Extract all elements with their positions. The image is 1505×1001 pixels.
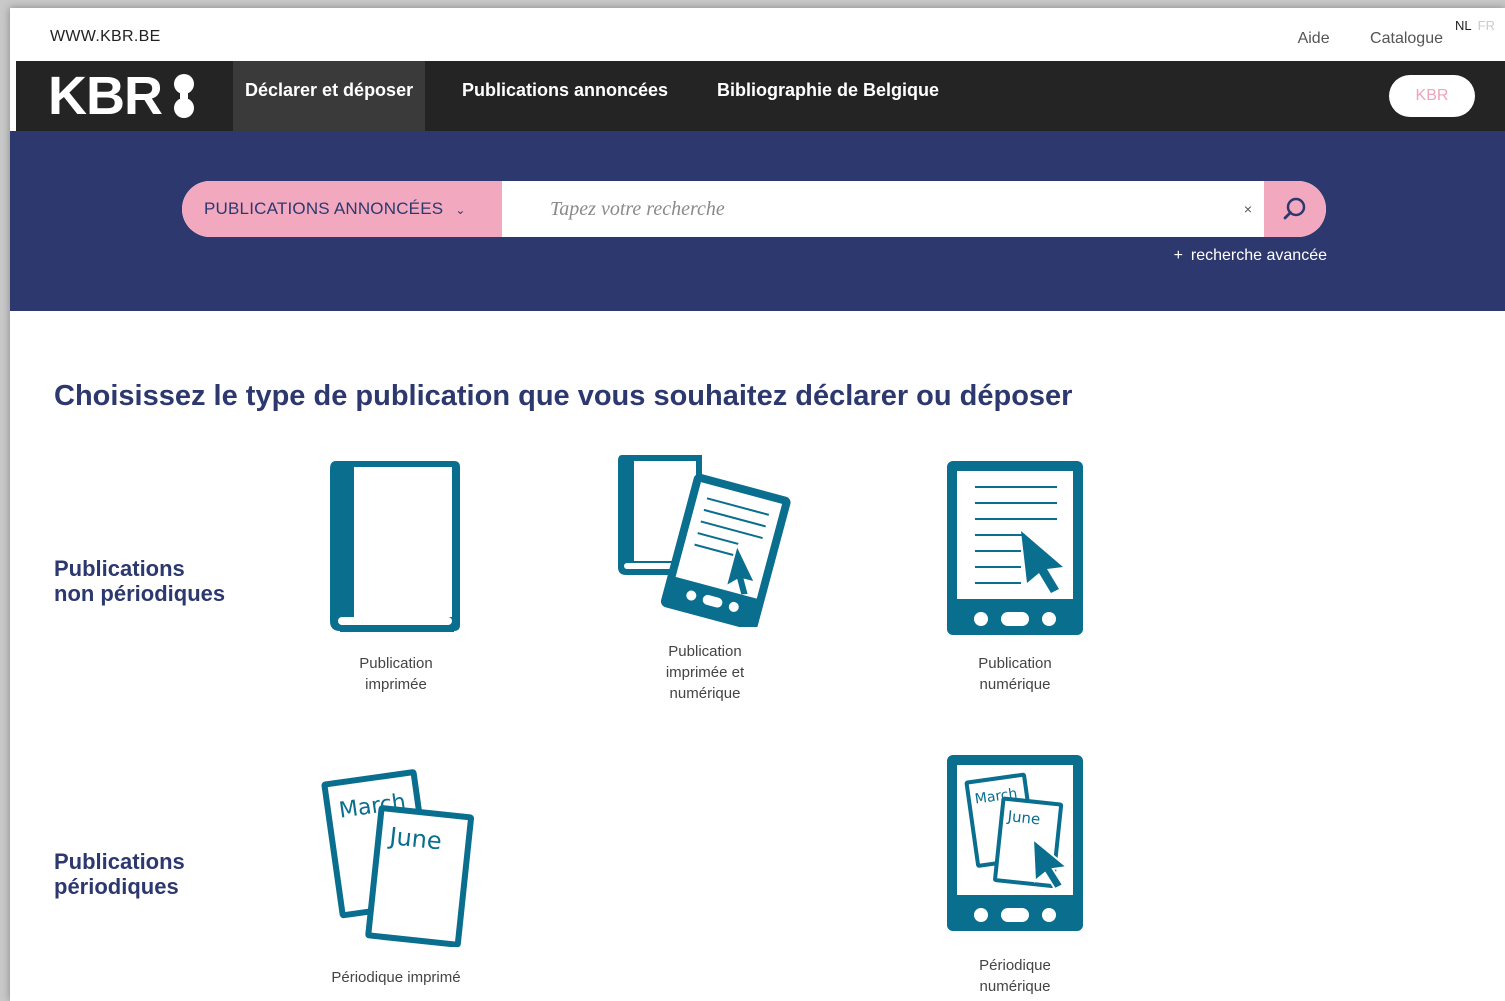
search-bar: PUBLICATIONS ANNONCÉES ⌄ Tapez votre rech… bbox=[182, 181, 1326, 237]
kbr-logo[interactable]: KBR bbox=[48, 66, 196, 126]
card-digital-periodical[interactable]: March June Périodique numérique bbox=[915, 753, 1115, 997]
plus-icon: + bbox=[1173, 247, 1183, 264]
help-link[interactable]: Aide bbox=[1298, 30, 1330, 47]
page-title: Choisissez le type de publication que vo… bbox=[54, 380, 1073, 412]
search-scope-select[interactable]: PUBLICATIONS ANNONCÉES ⌄ bbox=[182, 181, 502, 237]
advanced-search-label: recherche avancée bbox=[1190, 247, 1327, 264]
search-band: PUBLICATIONS ANNONCÉES ⌄ Tapez votre rech… bbox=[10, 131, 1505, 311]
row-label-non-periodical: Publications non périodiques bbox=[54, 556, 225, 606]
card-caption: Publication imprimée bbox=[359, 655, 433, 693]
card-caption: Publication numérique bbox=[978, 655, 1052, 693]
row-label-text: Publications non périodiques bbox=[54, 556, 226, 606]
clear-search-button[interactable]: × bbox=[1244, 181, 1252, 237]
card-caption: Périodique numérique bbox=[979, 957, 1051, 995]
lang-nl-link[interactable]: NL bbox=[1455, 18, 1472, 33]
row-label-periodical: Publications périodiques bbox=[54, 849, 185, 899]
printed-periodical-icon: March June bbox=[321, 769, 475, 947]
account-button[interactable]: KBR bbox=[1389, 75, 1475, 117]
nav-item-announced[interactable]: Publications annoncées bbox=[450, 61, 680, 131]
language-switcher: NL FR bbox=[1455, 18, 1495, 33]
month-label-june: June bbox=[1006, 807, 1041, 828]
card-printed-and-digital-publication[interactable]: Publication imprimée et numérique bbox=[605, 453, 805, 704]
card-printed-publication[interactable]: Publication imprimée bbox=[296, 455, 496, 695]
utility-bar: WWW.KBR.BE Aide Catalogue NL FR bbox=[10, 8, 1505, 61]
chevron-down-icon: ⌄ bbox=[455, 203, 466, 217]
card-digital-publication[interactable]: Publication numérique bbox=[915, 459, 1115, 695]
search-scope-label: PUBLICATIONS ANNONCÉES bbox=[204, 199, 444, 218]
search-button[interactable] bbox=[1264, 181, 1326, 237]
logo-text: KBR bbox=[48, 66, 163, 126]
search-icon bbox=[1283, 197, 1306, 220]
utility-links: Aide Catalogue bbox=[1262, 30, 1443, 48]
catalogue-link[interactable]: Catalogue bbox=[1370, 30, 1443, 47]
nav-item-declare[interactable]: Déclarer et déposer bbox=[233, 61, 426, 131]
lang-fr-link[interactable]: FR bbox=[1478, 18, 1495, 33]
nav-item-bibliography[interactable]: Bibliographie de Belgique bbox=[705, 61, 951, 131]
digital-tablet-icon bbox=[947, 461, 1083, 635]
card-caption: Périodique imprimé bbox=[331, 969, 461, 986]
book-and-tablet-icon bbox=[618, 455, 791, 627]
search-input[interactable]: Tapez votre recherche bbox=[550, 181, 725, 237]
advanced-search-link[interactable]: + recherche avancée bbox=[1174, 247, 1327, 265]
card-caption: Publication imprimée et numérique bbox=[665, 643, 745, 702]
month-label-june: June bbox=[386, 822, 443, 856]
main-nav: KBR Déclarer et déposer Publications ann… bbox=[16, 61, 1505, 131]
browser-page: WWW.KBR.BE Aide Catalogue NL FR KBR Décla… bbox=[10, 8, 1505, 1001]
digital-periodical-icon: March June bbox=[947, 755, 1083, 931]
row-label-text: Publications périodiques bbox=[54, 849, 185, 899]
card-printed-periodical[interactable]: March June Périodique imprimé bbox=[296, 763, 496, 988]
printed-book-icon bbox=[330, 461, 460, 632]
logo-mark-icon bbox=[174, 74, 194, 118]
site-link[interactable]: WWW.KBR.BE bbox=[50, 28, 161, 46]
